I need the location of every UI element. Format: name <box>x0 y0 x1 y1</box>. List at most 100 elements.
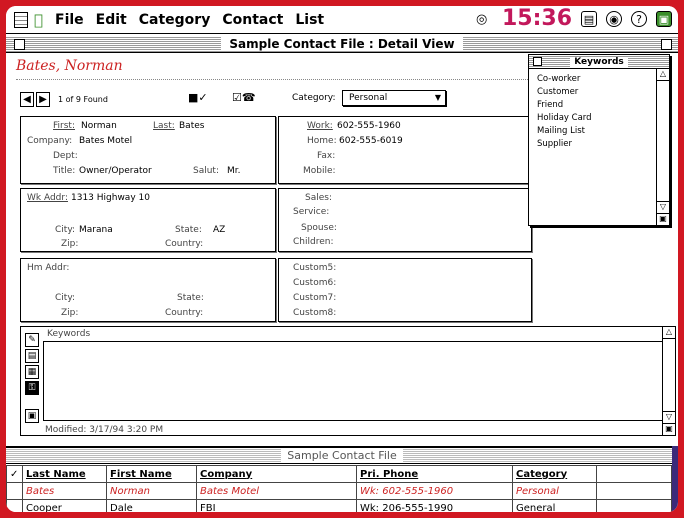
window-edge <box>672 446 678 512</box>
table-cell: Dale <box>106 499 197 512</box>
company-label: Company: <box>27 136 73 146</box>
keyword-item[interactable]: Friend <box>529 99 669 112</box>
column-header[interactable]: Category <box>512 465 597 483</box>
checkmark-icon[interactable]: ■✓ <box>188 91 208 104</box>
service-label: Service: <box>293 207 330 217</box>
table-row[interactable]: Bates Norman Bates Motel Wk: 602-555-196… <box>6 482 672 500</box>
scroll-up-icon[interactable]: △ <box>657 69 669 81</box>
scroll-down-icon[interactable]: ▽ <box>657 201 669 213</box>
check-column-icon[interactable]: ✓ <box>6 465 23 483</box>
phone-icon[interactable]: ☑☎ <box>232 91 256 104</box>
column-header[interactable]: Company <box>196 465 357 483</box>
calendar-icon[interactable]: ▦ <box>25 365 39 379</box>
first-value[interactable]: Norman <box>81 121 117 131</box>
wkaddr-label: Wk Addr: <box>27 193 68 203</box>
palette-scrollbar[interactable]: △ ▽ ▣ <box>656 69 669 225</box>
screen:  File Edit Category Contact List ◎ 15:3… <box>6 6 678 512</box>
work-label: Work: <box>307 121 333 131</box>
globe-icon[interactable]: ◉ <box>606 11 622 27</box>
apple-menu-icon[interactable]:  <box>34 11 43 29</box>
state-value[interactable]: AZ <box>213 225 225 235</box>
grow-box-icon[interactable]: ▣ <box>657 213 669 225</box>
row-check[interactable] <box>6 499 23 512</box>
last-value[interactable]: Bates <box>179 121 204 131</box>
keyword-item[interactable]: Customer <box>529 86 669 99</box>
salut-value[interactable]: Mr. <box>227 166 241 176</box>
wkaddr-value[interactable]: 1313 Highway 10 <box>71 193 150 203</box>
custom-fields-box: Custom5: Custom6: Custom7: Custom8: <box>278 258 532 322</box>
menu-contact[interactable]: Contact <box>222 12 283 28</box>
prev-record-button[interactable]: ◀ <box>20 91 34 107</box>
keywords-palette-title-bar[interactable]: Keywords <box>529 55 669 69</box>
keyword-item[interactable]: Mailing List <box>529 125 669 138</box>
relations-box: Sales: Service: Spouse: Children: <box>278 188 532 252</box>
keywords-field[interactable] <box>43 341 663 421</box>
table-cell: FBI <box>196 499 357 512</box>
keywords-scrollbar[interactable]: △ ▽ ▣ <box>662 327 675 435</box>
title-value[interactable]: Owner/Operator <box>79 166 152 176</box>
zoom-box-icon[interactable] <box>661 39 672 50</box>
first-label: First: <box>53 121 75 131</box>
zip-label: Zip: <box>61 239 79 249</box>
table-cell: Bates <box>22 482 107 500</box>
next-record-button[interactable]: ▶ <box>36 91 50 107</box>
sales-label: Sales: <box>305 193 332 203</box>
city-value[interactable]: Marana <box>79 225 113 235</box>
target-icon[interactable]: ◎ <box>476 12 487 27</box>
salut-label: Salut: <box>193 166 219 176</box>
country2-label: Country: <box>165 308 204 318</box>
menu-category[interactable]: Category <box>139 12 211 28</box>
company-value[interactable]: Bates Motel <box>79 136 132 146</box>
menu-bar:  File Edit Category Contact List ◎ 15:3… <box>6 6 678 34</box>
title-label: Title: <box>53 166 76 176</box>
table-cell: General <box>512 499 597 512</box>
grow-box-icon[interactable]: ▣ <box>663 423 675 435</box>
keyword-item[interactable]: Co-worker <box>529 73 669 86</box>
clock[interactable]: 15:36 <box>502 6 572 31</box>
work-address-box: Wk Addr: 1313 Highway 10 City: Marana St… <box>20 188 276 252</box>
found-count: 1 of 9 Found <box>58 94 108 104</box>
window-title-bar[interactable]: Sample Contact File : Detail View <box>6 36 678 53</box>
modified-date: Modified: 3/17/94 3:20 PM <box>45 425 164 435</box>
home-value[interactable]: 602-555-6019 <box>339 136 403 146</box>
column-header-empty <box>596 465 672 483</box>
close-box-icon[interactable] <box>14 39 25 50</box>
name-company-box: First: Norman Last: Bates Company: Bates… <box>20 116 276 184</box>
column-header[interactable]: Last Name <box>22 465 107 483</box>
keyword-item[interactable]: Holiday Card <box>529 112 669 125</box>
list-title-bar[interactable]: Sample Contact File <box>6 448 678 464</box>
table-cell: Norman <box>106 482 197 500</box>
keyword-item[interactable]: Supplier <box>529 138 669 151</box>
country-label: Country: <box>165 239 204 249</box>
city2-label: City: <box>55 293 76 303</box>
menu-edit[interactable]: Edit <box>96 12 127 28</box>
contact-table: ✓ Last Name First Name Company Pri. Phon… <box>6 465 672 512</box>
table-cell-empty <box>596 499 672 512</box>
document-icon[interactable]: ▤ <box>25 349 39 363</box>
work-value[interactable]: 602-555-1960 <box>337 121 401 131</box>
battery-icon[interactable]: ▤ <box>581 11 597 27</box>
scroll-down-icon[interactable]: ▽ <box>663 411 675 423</box>
zip2-label: Zip: <box>61 308 79 318</box>
column-header[interactable]: Pri. Phone <box>356 465 513 483</box>
menu-list[interactable]: List <box>295 12 324 28</box>
scroll-up-icon[interactable]: △ <box>663 327 675 339</box>
keywords-area: Keywords ✎ ▤ ▦ ⚿ ▣ Modified: 3/17/94 3:2… <box>20 326 676 436</box>
keywords-label: Keywords <box>47 329 91 339</box>
palette-close-icon[interactable] <box>533 57 542 66</box>
window-title: Sample Contact File : Detail View <box>221 37 463 51</box>
help-icon[interactable]: ? <box>631 11 647 27</box>
table-row[interactable]: Cooper Dale FBI Wk: 206-555-1990 General <box>6 499 672 512</box>
row-check[interactable] <box>6 482 23 500</box>
key-icon[interactable]: ⚿ <box>25 381 39 395</box>
category-select[interactable]: Personal ▼ <box>342 90 446 106</box>
state-label: State: <box>175 225 202 235</box>
app-icon[interactable] <box>14 11 28 28</box>
nav-row: ◀ ▶ 1 of 9 Found ■✓ ☑☎ Category: Persona… <box>20 90 520 108</box>
menu-file[interactable]: File <box>55 12 84 28</box>
notes-icon[interactable]: ▣ <box>25 409 39 423</box>
table-header: ✓ Last Name First Name Company Pri. Phon… <box>6 465 672 483</box>
column-header[interactable]: First Name <box>106 465 197 483</box>
pencil-icon[interactable]: ✎ <box>25 333 39 347</box>
app-switch-icon[interactable]: ▣ <box>656 11 672 27</box>
